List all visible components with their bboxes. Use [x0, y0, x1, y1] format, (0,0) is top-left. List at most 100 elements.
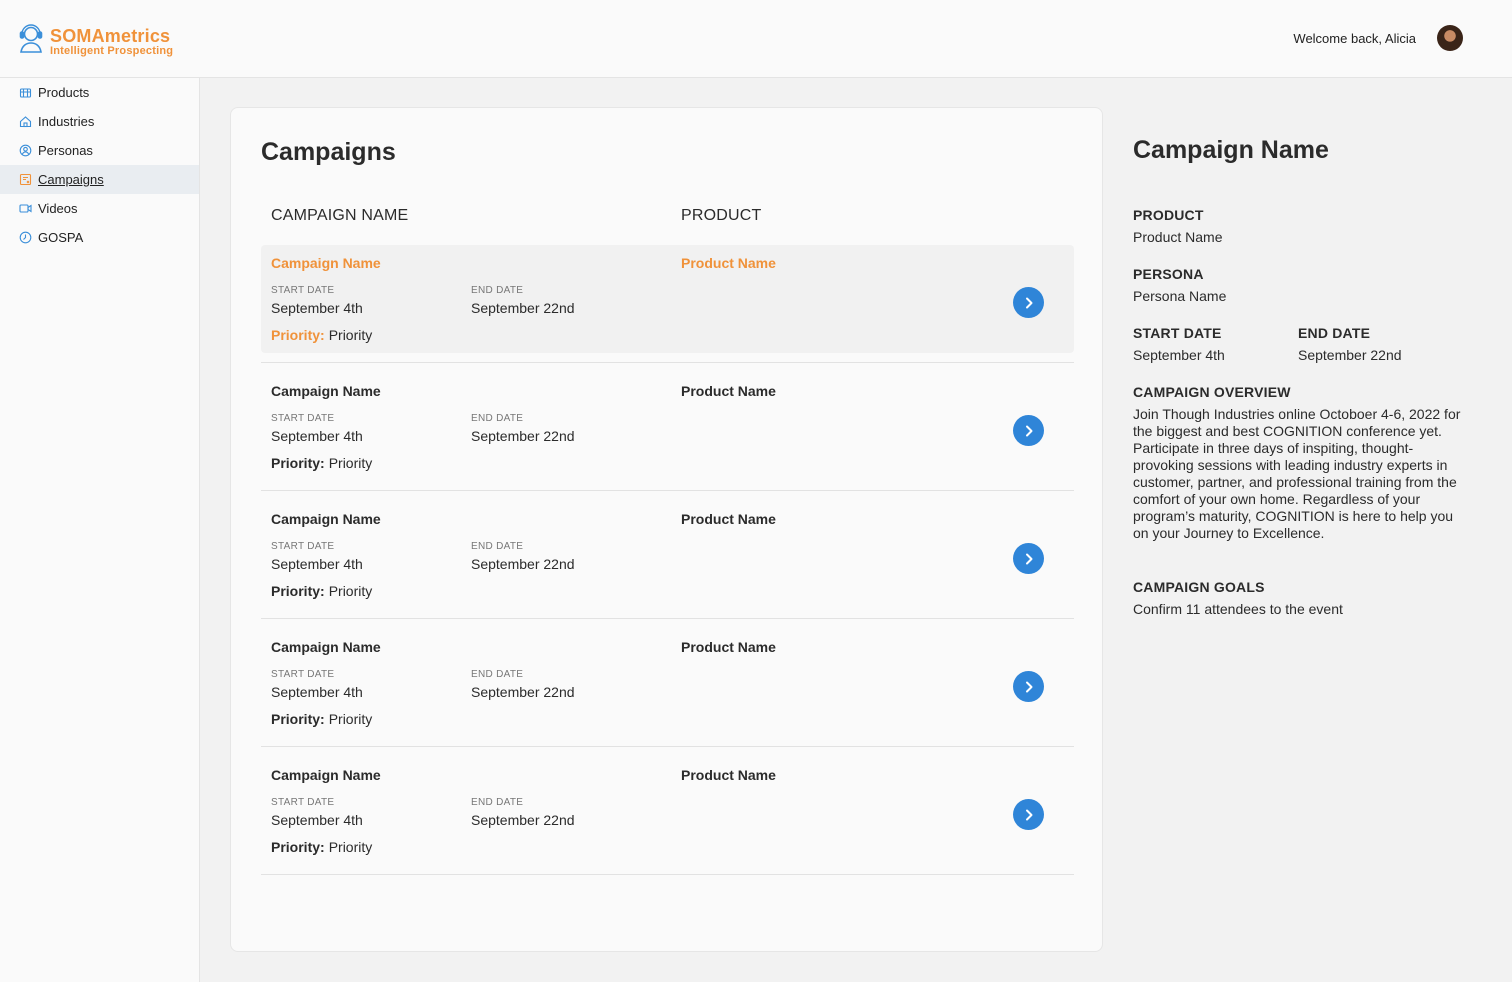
detail-end: September 22nd: [1298, 347, 1402, 363]
start-date-label: START DATE: [271, 541, 335, 552]
detail-title: Campaign Name: [1133, 136, 1329, 164]
end-date-label: END DATE: [471, 285, 524, 296]
priority-value: Priority: [328, 839, 373, 855]
user-circle-icon: [19, 144, 32, 157]
column-header-campaign-name: CAMPAIGN NAME: [271, 207, 409, 224]
priority-value: Priority: [328, 583, 373, 599]
detail-overview-label: CAMPAIGN OVERVIEW: [1133, 384, 1291, 400]
campaigns-panel: Campaigns CAMPAIGN NAME PRODUCT Campaign…: [230, 107, 1103, 952]
product-name: Product Name: [681, 511, 776, 527]
home-icon: [19, 115, 32, 128]
box-icon: [19, 86, 32, 99]
sidebar-item-label: Industries: [38, 114, 95, 129]
start-date-label: START DATE: [271, 285, 335, 296]
priority-value: Priority: [328, 711, 373, 727]
end-date: September 22nd: [471, 428, 575, 444]
priority-label: Priority:: [271, 583, 325, 599]
end-date: September 22nd: [471, 812, 575, 828]
start-date-label: START DATE: [271, 413, 335, 424]
sidebar-item-campaigns[interactable]: Campaigns: [0, 165, 199, 194]
chevron-right-icon: [1025, 425, 1032, 436]
end-date: September 22nd: [471, 556, 575, 572]
open-campaign-button[interactable]: [1013, 543, 1044, 574]
priority: Priority: Priority: [271, 583, 372, 599]
start-date-label: START DATE: [271, 669, 335, 680]
chevron-right-icon: [1025, 681, 1032, 692]
campaign-name: Campaign Name: [271, 255, 381, 271]
campaign-name: Campaign Name: [271, 767, 381, 783]
logo-icon: [18, 24, 44, 59]
priority-label: Priority:: [271, 455, 325, 471]
campaign-row[interactable]: Campaign Name Product Name START DATE EN…: [261, 373, 1074, 481]
product-name: Product Name: [681, 639, 776, 655]
sidebar-item-label: Videos: [38, 201, 78, 216]
brand-tagline: Intelligent Prospecting: [50, 44, 174, 57]
start-date: September 4th: [271, 300, 363, 316]
priority-label: Priority:: [271, 327, 325, 343]
open-campaign-button[interactable]: [1013, 671, 1044, 702]
end-date-label: END DATE: [471, 541, 524, 552]
chevron-right-icon: [1025, 809, 1032, 820]
row-divider: [261, 746, 1074, 747]
open-campaign-button[interactable]: [1013, 415, 1044, 446]
campaign-name: Campaign Name: [271, 511, 381, 527]
sidebar-item-label: Products: [38, 85, 90, 100]
row-divider: [261, 490, 1074, 491]
sidebar-item-industries[interactable]: Industries: [0, 107, 199, 136]
campaign-row[interactable]: Campaign Name Product Name START DATE EN…: [261, 757, 1074, 865]
sidebar: Products Industries Personas Campaigns V…: [0, 78, 200, 982]
priority-value: Priority: [328, 455, 373, 471]
end-date-label: END DATE: [471, 413, 524, 424]
campaign-name: Campaign Name: [271, 639, 381, 655]
detail-product-label: PRODUCT: [1133, 207, 1204, 223]
start-date: September 4th: [271, 684, 363, 700]
end-date-label: END DATE: [471, 669, 524, 680]
campaign-row[interactable]: Campaign Name Product Name START DATE EN…: [261, 245, 1074, 353]
open-campaign-button[interactable]: [1013, 799, 1044, 830]
open-campaign-button[interactable]: [1013, 287, 1044, 318]
detail-start: September 4th: [1133, 347, 1225, 363]
user-avatar[interactable]: [1437, 25, 1463, 51]
brand-logo[interactable]: SOMAmetrics Intelligent Prospecting: [18, 24, 173, 59]
chevron-right-icon: [1025, 553, 1032, 564]
sidebar-item-gospa[interactable]: GOSPA: [0, 223, 199, 252]
start-date: September 4th: [271, 556, 363, 572]
detail-persona-label: PERSONA: [1133, 266, 1204, 282]
product-name: Product Name: [681, 767, 776, 783]
campaign-row[interactable]: Campaign Name Product Name START DATE EN…: [261, 629, 1074, 737]
sidebar-item-products[interactable]: Products: [0, 78, 199, 107]
column-header-product: PRODUCT: [681, 207, 762, 224]
clock-icon: [19, 231, 32, 244]
sidebar-item-personas[interactable]: Personas: [0, 136, 199, 165]
product-name: Product Name: [681, 255, 776, 271]
video-icon: [19, 202, 32, 215]
chevron-right-icon: [1025, 297, 1032, 308]
row-divider: [261, 874, 1074, 875]
start-date-label: START DATE: [271, 797, 335, 808]
row-divider: [261, 362, 1074, 363]
end-date: September 22nd: [471, 300, 575, 316]
priority: Priority: Priority: [271, 839, 372, 855]
page-title: Campaigns: [261, 138, 396, 166]
sidebar-item-label: Campaigns: [38, 172, 104, 187]
row-divider: [261, 618, 1074, 619]
priority-value: Priority: [328, 327, 373, 343]
priority: Priority: Priority: [271, 711, 372, 727]
product-name: Product Name: [681, 383, 776, 399]
brand-name: SOMAmetrics: [50, 25, 171, 46]
detail-start-label: START DATE: [1133, 325, 1222, 341]
campaign-row[interactable]: Campaign Name Product Name START DATE EN…: [261, 501, 1074, 609]
priority-label: Priority:: [271, 839, 325, 855]
detail-overview: Join Though Industries online Octoboer 4…: [1133, 406, 1461, 541]
detail-goals: Confirm 11 attendees to the event: [1133, 601, 1343, 617]
sidebar-item-videos[interactable]: Videos: [0, 194, 199, 223]
sidebar-item-label: Personas: [38, 143, 93, 158]
end-date: September 22nd: [471, 684, 575, 700]
top-header: SOMAmetrics Intelligent Prospecting Welc…: [0, 0, 1512, 78]
welcome-message: Welcome back, Alicia: [1293, 31, 1416, 46]
campaign-icon: [19, 173, 32, 186]
priority-label: Priority:: [271, 711, 325, 727]
start-date: September 4th: [271, 428, 363, 444]
detail-goals-label: CAMPAIGN GOALS: [1133, 579, 1265, 595]
detail-persona: Persona Name: [1133, 288, 1227, 304]
